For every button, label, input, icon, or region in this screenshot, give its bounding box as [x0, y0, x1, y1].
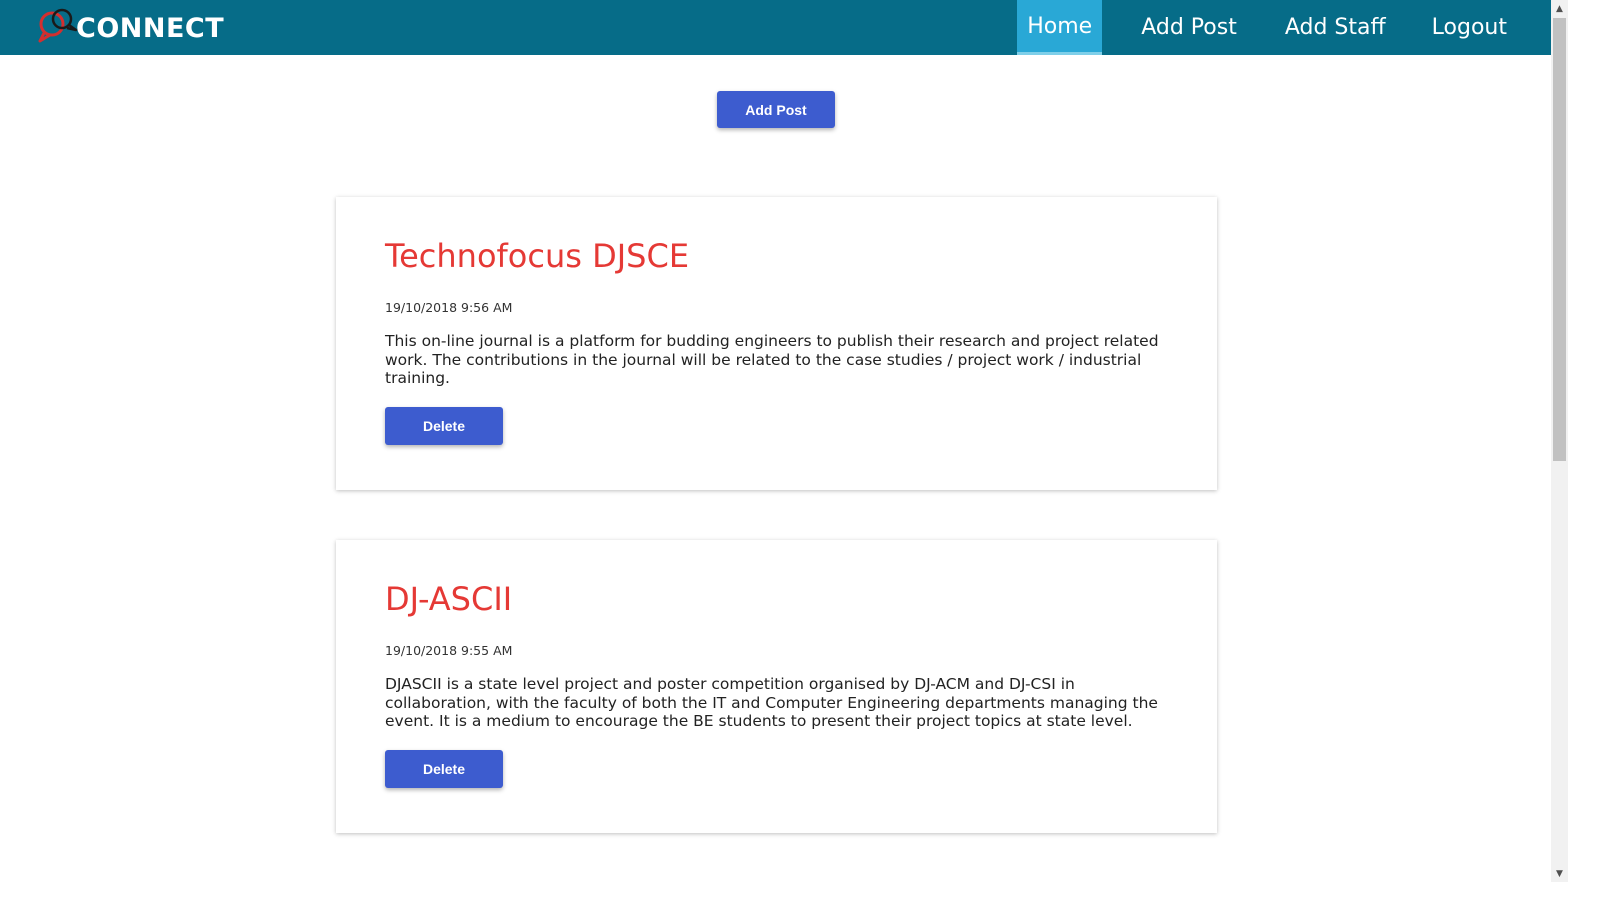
top-navbar: CONNECT Home Add Post Add Staff Logout [0, 0, 1551, 55]
post-body: DJASCII is a state level project and pos… [385, 675, 1158, 731]
post-card: DJ-ASCII 19/10/2018 9:55 AM DJASCII is a… [336, 540, 1217, 833]
nav-add-post[interactable]: Add Post [1119, 0, 1259, 55]
delete-post-button[interactable]: Delete [385, 407, 503, 445]
post-body: This on-line journal is a platform for b… [385, 332, 1159, 388]
scroll-thumb[interactable] [1553, 18, 1566, 461]
add-post-button[interactable]: Add Post [717, 91, 835, 128]
post-title: DJ-ASCII [385, 580, 513, 618]
post-card: Technofocus DJSCE 19/10/2018 9:56 AM Thi… [336, 197, 1217, 490]
chat-bubbles-icon [38, 6, 78, 46]
scroll-up-arrow-icon[interactable]: ▲ [1551, 0, 1568, 17]
post-title: Technofocus DJSCE [385, 237, 690, 275]
brand[interactable]: CONNECT [38, 6, 224, 46]
delete-post-button[interactable]: Delete [385, 750, 503, 788]
nav-add-staff[interactable]: Add Staff [1263, 0, 1408, 55]
post-date: 19/10/2018 9:56 AM [385, 300, 513, 315]
nav-logout[interactable]: Logout [1410, 0, 1529, 55]
nav-links: Home Add Post Add Staff Logout [1017, 0, 1551, 55]
vertical-scrollbar[interactable]: ▲ ▼ [1551, 0, 1568, 882]
scroll-down-arrow-icon[interactable]: ▼ [1551, 865, 1568, 882]
brand-name: CONNECT [76, 12, 225, 44]
post-date: 19/10/2018 9:55 AM [385, 643, 513, 658]
nav-home[interactable]: Home [1017, 0, 1103, 55]
